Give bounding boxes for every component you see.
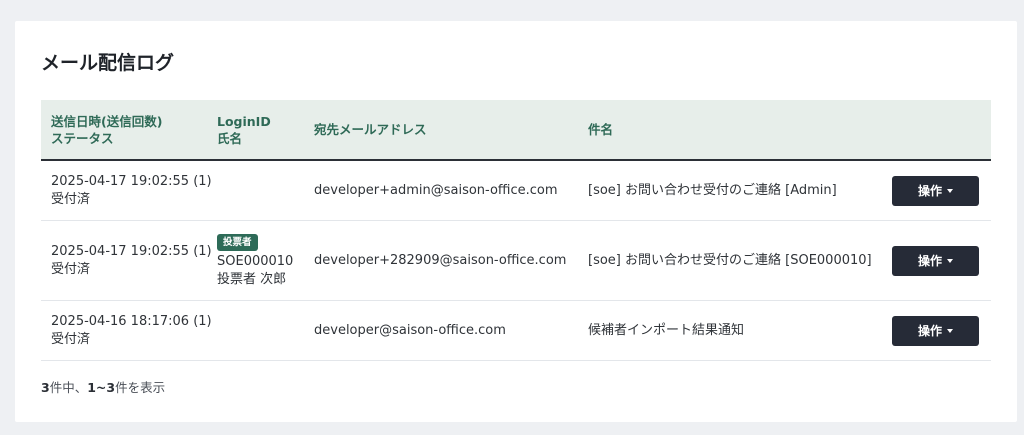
caret-down-icon — [947, 188, 953, 193]
table-row: 2025-04-17 19:02:55 (1) 受付済 developer+ad… — [41, 160, 991, 221]
column-header-login-line2: 氏名 — [217, 130, 243, 146]
caret-down-icon — [947, 258, 953, 263]
pagination-total: 3 — [41, 380, 50, 395]
pagination-range: 1~3 — [87, 380, 116, 395]
mail-log-table: 送信日時(送信回数) ステータス LoginID 氏名 宛先メールアドレス 件名… — [41, 100, 991, 361]
column-header-sent-line2: ステータス — [51, 130, 114, 146]
table-row: 2025-04-16 18:17:06 (1) 受付済 developer@sa… — [41, 300, 991, 361]
email-cell: developer+admin@saison-office.com — [304, 160, 578, 221]
user-name: 投票者 次郎 — [217, 271, 287, 287]
column-header-sent-line1: 送信日時(送信回数) — [51, 113, 163, 129]
column-header-login-line1: LoginID — [217, 113, 271, 129]
status-text: 受付済 — [51, 261, 91, 277]
table-header-row: 送信日時(送信回数) ステータス LoginID 氏名 宛先メールアドレス 件名 — [41, 100, 991, 161]
action-cell: 操作 — [882, 160, 991, 221]
caret-down-icon — [947, 328, 953, 333]
sent-datetime: 2025-04-17 19:02:55 (1) — [51, 243, 212, 259]
role-badge: 投票者 — [217, 233, 258, 251]
login-cell: 投票者 SOE000010 投票者 次郎 — [207, 220, 304, 301]
email-cell: developer@saison-office.com — [304, 300, 578, 361]
email-cell: developer+282909@saison-office.com — [304, 220, 578, 301]
login-cell — [207, 160, 304, 221]
pagination-range-suffix: 件を表示 — [115, 380, 166, 395]
column-header-sent: 送信日時(送信回数) ステータス — [41, 100, 207, 161]
action-menu-button[interactable]: 操作 — [892, 245, 979, 276]
action-menu-button[interactable]: 操作 — [892, 175, 979, 206]
action-menu-button[interactable]: 操作 — [892, 315, 979, 346]
column-header-subject: 件名 — [578, 100, 882, 161]
login-cell — [207, 300, 304, 361]
sent-cell: 2025-04-16 18:17:06 (1) 受付済 — [41, 300, 212, 361]
table-row: 2025-04-17 19:02:55 (1) 受付済 投票者 SOE00001… — [41, 220, 991, 301]
column-header-actions — [882, 100, 991, 161]
login-id: SOE000010 — [217, 253, 294, 269]
status-text: 受付済 — [51, 191, 91, 207]
pagination-total-suffix: 件中、 — [49, 380, 88, 395]
action-cell: 操作 — [882, 220, 991, 301]
column-header-email: 宛先メールアドレス — [304, 100, 578, 161]
action-cell: 操作 — [882, 300, 991, 361]
sent-datetime: 2025-04-16 18:17:06 (1) — [51, 313, 212, 329]
status-text: 受付済 — [51, 331, 91, 347]
pagination-summary: 3件中、1~3件を表示 — [41, 377, 165, 396]
subject-cell: [soe] お問い合わせ受付のご連絡 [Admin] — [578, 160, 882, 221]
mail-log-card: メール配信ログ 送信日時(送信回数) ステータス LoginID 氏名 宛先メー… — [15, 21, 1017, 422]
action-button-label: 操作 — [917, 184, 942, 198]
action-button-label: 操作 — [917, 324, 942, 338]
action-button-label: 操作 — [917, 254, 942, 268]
sent-cell: 2025-04-17 19:02:55 (1) 受付済 — [41, 220, 212, 301]
sent-datetime: 2025-04-17 19:02:55 (1) — [51, 173, 212, 189]
column-header-login: LoginID 氏名 — [207, 100, 304, 161]
subject-cell: [soe] お問い合わせ受付のご連絡 [SOE000010] — [578, 220, 882, 301]
sent-cell: 2025-04-17 19:02:55 (1) 受付済 — [41, 160, 212, 221]
page-title: メール配信ログ — [41, 52, 175, 74]
subject-cell: 候補者インポート結果通知 — [578, 300, 882, 361]
